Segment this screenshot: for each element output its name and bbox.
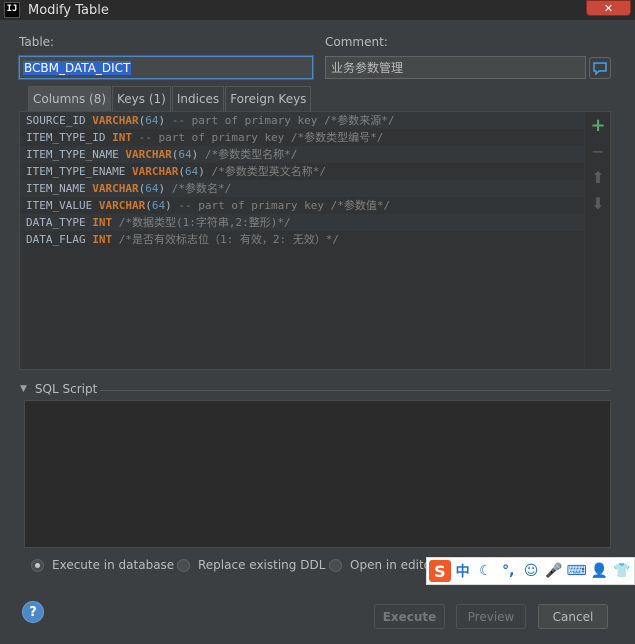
sql-divider bbox=[100, 390, 610, 391]
execute-button[interactable]: Execute bbox=[374, 604, 445, 629]
column-type: VARCHAR bbox=[92, 182, 139, 195]
column-name: SOURCE_ID bbox=[26, 114, 86, 127]
sogou-logo-icon[interactable]: S bbox=[429, 560, 451, 582]
comment-input[interactable]: 业务参数管理 bbox=[325, 56, 586, 79]
column-size: 64 bbox=[178, 148, 192, 161]
column-row[interactable]: ITEM_VALUE VARCHAR(64) -- part of primar… bbox=[20, 197, 585, 214]
column-type: VARCHAR bbox=[131, 165, 179, 178]
column-row[interactable]: ITEM_TYPE_ID INT -- part of primary key … bbox=[20, 129, 585, 146]
column-type: VARCHAR bbox=[92, 114, 139, 127]
execute-radio[interactable] bbox=[31, 558, 44, 572]
comment-edit-button[interactable] bbox=[589, 57, 611, 79]
tab-columns[interactable]: Columns (8) bbox=[28, 86, 112, 111]
column-row[interactable]: DATA_TYPE INT /*数据类型(1:字符串,2:整形)*/ bbox=[20, 214, 585, 231]
sql-script-label: SQL Script bbox=[34, 382, 98, 396]
column-type: INT bbox=[112, 131, 132, 144]
column-comment: /*参数来源*/ bbox=[324, 114, 395, 127]
column-comment: /*参数名*/ bbox=[171, 182, 232, 195]
open-editor-radio[interactable] bbox=[329, 558, 342, 572]
move-up-button[interactable]: ⬆ bbox=[585, 164, 611, 190]
column-name: ITEM_VALUE bbox=[26, 199, 93, 212]
add-column-button[interactable]: + bbox=[585, 112, 611, 138]
column-tools: + − ⬆ ⬇ bbox=[584, 112, 610, 369]
column-type: INT bbox=[92, 216, 113, 229]
column-name: ITEM_TYPE_ENAME bbox=[26, 165, 126, 178]
execute-label: Execute in database bbox=[52, 558, 175, 572]
column-comment: /*参数类型英文名称*/ bbox=[211, 165, 326, 178]
preview-button[interactable]: Preview bbox=[456, 604, 526, 629]
table-name-input[interactable]: BCBM_DATA_DICT bbox=[19, 56, 313, 79]
option-open-in-editor[interactable]: Open in editor: bbox=[329, 558, 440, 572]
replace-radio[interactable] bbox=[177, 558, 190, 572]
column-size: 64 bbox=[145, 114, 159, 127]
columns-list: SOURCE_ID VARCHAR(64) -- part of primary… bbox=[20, 112, 585, 248]
column-row[interactable]: ITEM_TYPE_NAME VARCHAR(64) /*参数类型名称*/ bbox=[20, 146, 585, 163]
close-button[interactable]: ✕ bbox=[586, 0, 631, 16]
user-icon[interactable]: 👤 bbox=[588, 560, 610, 582]
column-key-note: -- part of primary key bbox=[171, 114, 318, 127]
table-label: Table: bbox=[19, 35, 55, 49]
sql-script-editor[interactable] bbox=[24, 400, 611, 548]
column-key-note: -- part of primary key bbox=[138, 131, 285, 144]
speech-bubble-icon bbox=[593, 61, 607, 75]
collapse-triangle-icon: ▼ bbox=[20, 384, 27, 394]
column-row[interactable]: ITEM_TYPE_ENAME VARCHAR(64) /*参数类型英文名称*/ bbox=[20, 163, 585, 180]
column-name: ITEM_TYPE_NAME bbox=[26, 148, 119, 161]
emoji-icon[interactable]: ☺ bbox=[520, 560, 542, 582]
microphone-icon[interactable]: 🎤 bbox=[543, 560, 565, 582]
column-type: VARCHAR bbox=[125, 148, 172, 161]
half-width-moon-icon[interactable]: ☾ bbox=[475, 560, 497, 582]
tab-bar: Columns (8) Keys (1) Indices Foreign Key… bbox=[28, 86, 312, 111]
column-row[interactable]: DATA_FLAG INT /*是否有效标志位（1: 有效，2: 无效）*/ bbox=[20, 231, 585, 248]
column-comment: /*参数类型编号*/ bbox=[290, 131, 384, 144]
column-comment: /*参数类型名称*/ bbox=[204, 148, 298, 161]
column-type: INT bbox=[92, 233, 113, 246]
window-title: Modify Table bbox=[28, 2, 109, 18]
column-comment: /*数据类型(1:字符串,2:整形)*/ bbox=[118, 216, 291, 229]
comment-label: Comment: bbox=[325, 35, 388, 49]
replace-label: Replace existing DDL bbox=[198, 558, 326, 572]
column-type: VARCHAR bbox=[98, 199, 146, 212]
column-comment: /*是否有效标志位（1: 有效，2: 无效）*/ bbox=[118, 233, 339, 246]
help-button[interactable]: ? bbox=[22, 601, 44, 623]
intellij-icon: IJ bbox=[4, 2, 20, 18]
tab-foreign-keys[interactable]: Foreign Keys bbox=[225, 86, 312, 111]
ime-toolbar: S 中 ☾ °, ☺ 🎤 ⌨ 👤 👕 bbox=[426, 557, 635, 585]
column-name: DATA_FLAG bbox=[26, 233, 86, 246]
column-name: ITEM_NAME bbox=[26, 182, 86, 195]
skin-shirt-icon[interactable]: 👕 bbox=[611, 560, 633, 582]
column-size: 64 bbox=[184, 165, 199, 178]
column-row[interactable]: ITEM_NAME VARCHAR(64) /*参数名*/ bbox=[20, 180, 585, 197]
table-name-value: BCBM_DATA_DICT bbox=[23, 60, 132, 75]
column-name: DATA_TYPE bbox=[26, 216, 86, 229]
chinese-mode-icon[interactable]: 中 bbox=[452, 560, 474, 582]
column-comment: /*参数值*/ bbox=[330, 199, 391, 212]
option-execute-in-database[interactable]: Execute in database bbox=[31, 558, 174, 572]
move-down-button[interactable]: ⬇ bbox=[585, 190, 611, 216]
option-replace-existing-ddl[interactable]: Replace existing DDL bbox=[177, 558, 325, 572]
tab-indices[interactable]: Indices bbox=[171, 86, 225, 111]
columns-panel: SOURCE_ID VARCHAR(64) -- part of primary… bbox=[19, 111, 611, 370]
sql-script-toggle[interactable]: ▼ SQL Script bbox=[20, 382, 97, 396]
column-key-note: -- part of primary key bbox=[178, 199, 325, 212]
column-size: 64 bbox=[151, 199, 166, 212]
column-row[interactable]: SOURCE_ID VARCHAR(64) -- part of primary… bbox=[20, 112, 585, 129]
column-size: 64 bbox=[145, 182, 159, 195]
column-name: ITEM_TYPE_ID bbox=[26, 131, 106, 144]
punctuation-icon[interactable]: °, bbox=[497, 560, 519, 582]
remove-column-button[interactable]: − bbox=[585, 138, 611, 164]
cancel-button[interactable]: Cancel bbox=[538, 604, 608, 629]
title-bar: IJ Modify Table ✕ bbox=[0, 0, 635, 20]
tab-keys[interactable]: Keys (1) bbox=[112, 86, 171, 111]
keyboard-icon[interactable]: ⌨ bbox=[566, 560, 588, 582]
